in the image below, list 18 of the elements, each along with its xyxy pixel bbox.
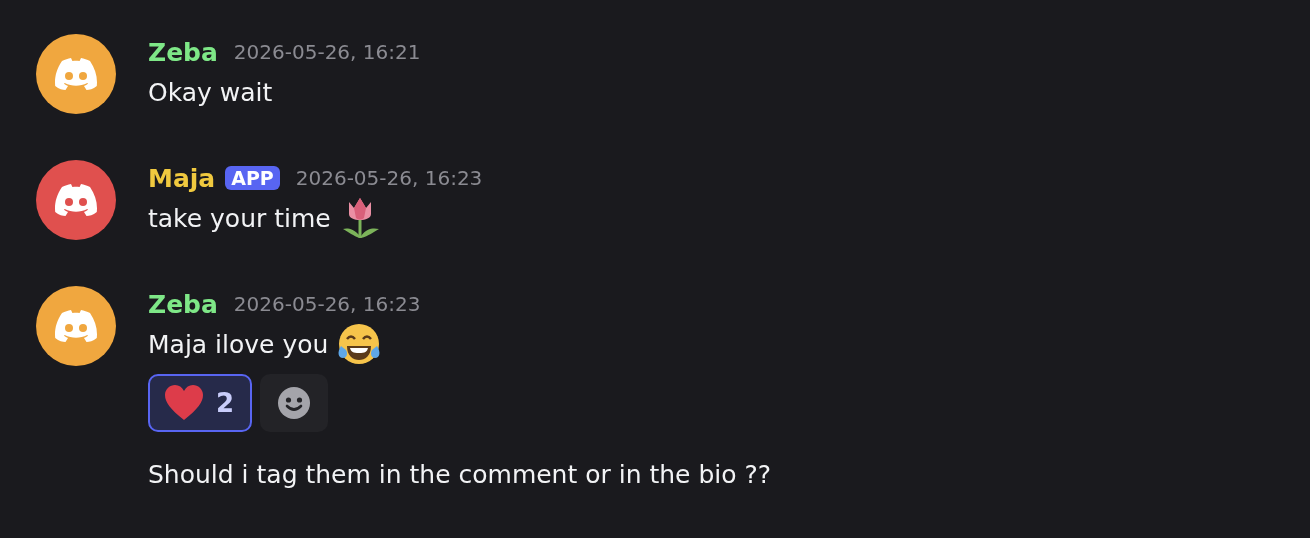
game-controller-icon — [55, 58, 97, 90]
game-controller-icon — [55, 310, 97, 342]
app-tag: APP — [225, 166, 280, 190]
message-text: Okay wait — [148, 77, 273, 107]
smiley-icon — [277, 386, 312, 420]
timestamp: 2026-05-26, 16:21 — [233, 40, 421, 64]
reaction-button[interactable]: 2 — [148, 374, 253, 432]
add-reaction-button[interactable] — [260, 374, 329, 432]
author-name[interactable]: Maja — [148, 163, 216, 193]
timestamp: 2026-05-26, 16:23 — [233, 292, 421, 316]
message-text: take your time — [148, 203, 331, 233]
timestamp: 2026-05-26, 16:23 — [295, 166, 483, 190]
message-text: Should i tag them in the comment or in the bio ?? — [148, 459, 772, 489]
game-controller-icon — [55, 184, 97, 216]
heart-icon — [164, 385, 204, 421]
message-text: Maja ilove you — [148, 329, 329, 359]
author-name[interactable]: Zeba — [148, 289, 218, 319]
author-name[interactable]: Zeba — [148, 37, 218, 67]
